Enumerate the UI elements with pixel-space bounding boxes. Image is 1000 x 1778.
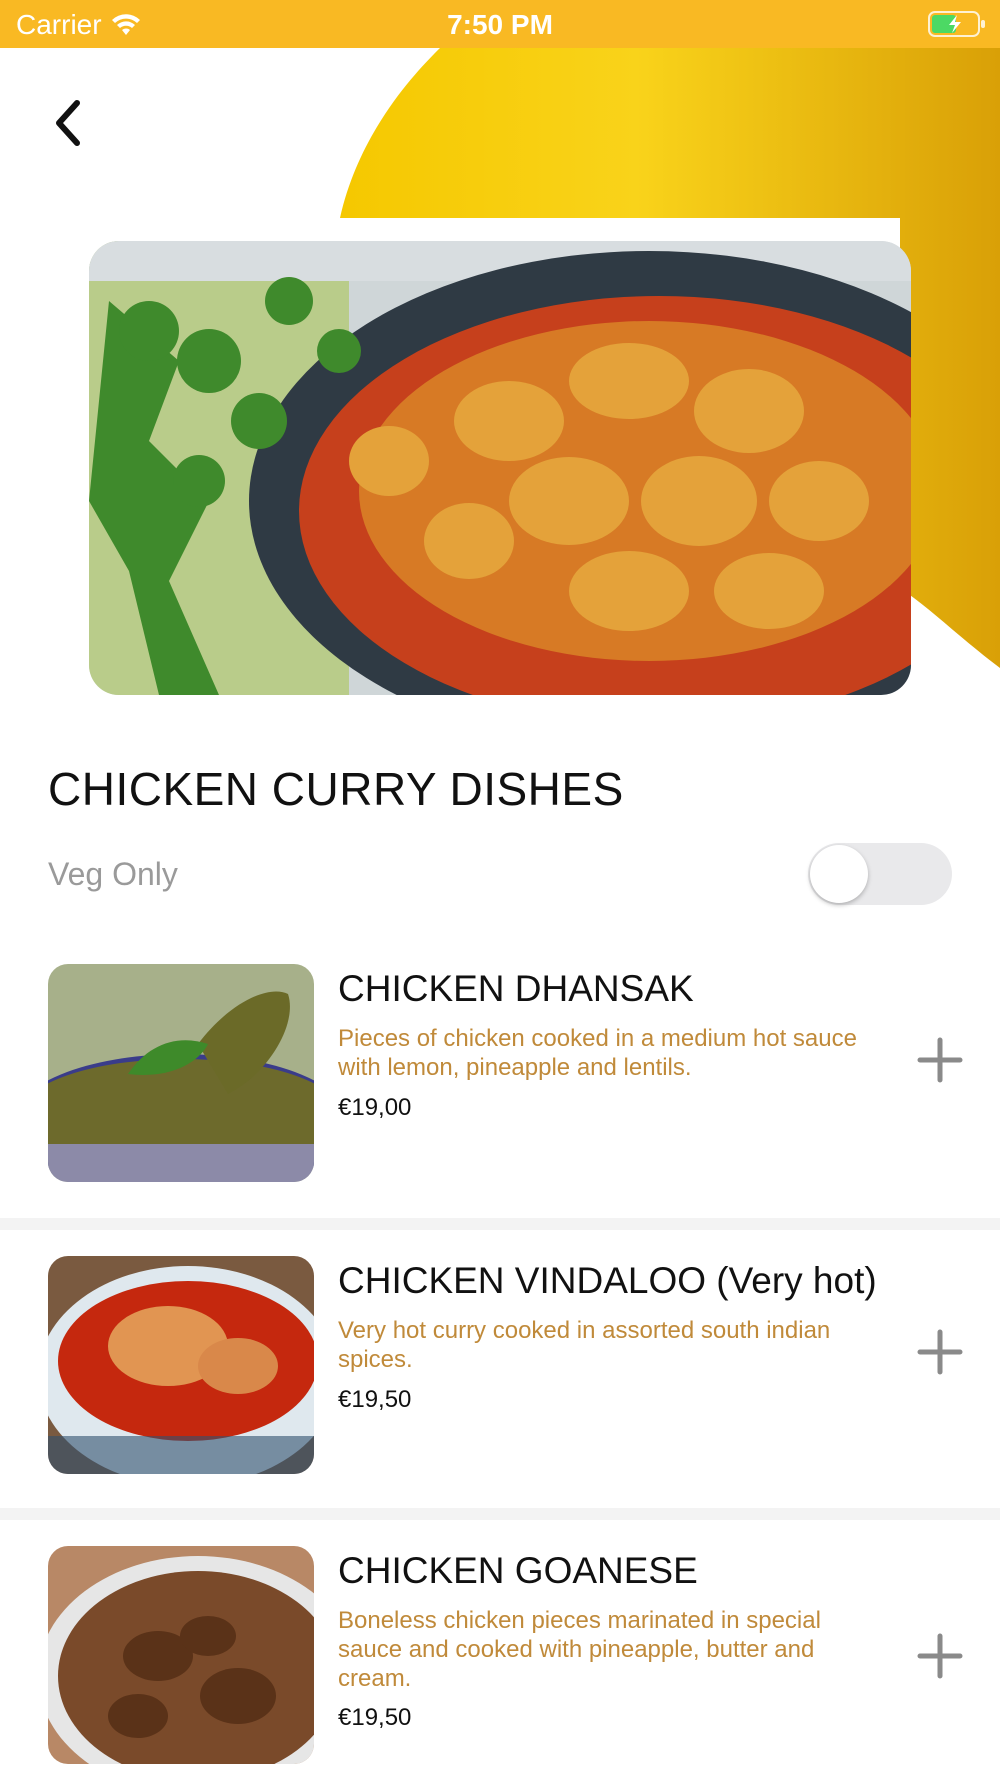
dish-price: €19,50 <box>338 1704 412 1731</box>
dish-price: €19,00 <box>338 1094 412 1121</box>
dish-description: Pieces of chicken cooked in a medium hot… <box>338 1025 857 1081</box>
dish-thumbnail <box>48 964 314 1182</box>
plus-icon <box>917 1329 963 1375</box>
add-to-cart-button[interactable] <box>910 1030 970 1090</box>
dish-name: CHICKEN VINDALOO (Very hot) <box>338 1260 877 1301</box>
dish-thumbnail <box>48 1256 314 1474</box>
veg-only-label: Veg Only <box>48 856 178 892</box>
menu-item[interactable]: CHICKEN DHANSAK Pieces of chicken cooked… <box>0 948 1000 1218</box>
battery-charging-icon <box>928 11 985 37</box>
add-to-cart-button[interactable] <box>910 1626 970 1686</box>
dish-price: €19,50 <box>338 1386 412 1413</box>
dish-thumbnail-illustration <box>48 964 314 1182</box>
back-button[interactable] <box>44 88 104 158</box>
dish-thumbnail-illustration <box>48 1546 314 1764</box>
veg-only-toggle[interactable] <box>808 843 952 905</box>
plus-icon <box>917 1037 963 1083</box>
add-to-cart-button[interactable] <box>910 1322 970 1382</box>
dish-description: Very hot curry cooked in assorted south … <box>338 1317 831 1373</box>
plus-icon <box>917 1633 963 1679</box>
menu-item[interactable]: CHICKEN VINDALOO (Very hot) Very hot cur… <box>0 1230 1000 1508</box>
category-title: CHICKEN CURRY DISHES <box>48 763 624 815</box>
item-separator <box>0 1508 1000 1520</box>
hero-dish-illustration <box>89 241 911 695</box>
status-bar: Carrier 7:50 PM <box>0 0 1000 48</box>
item-separator <box>0 1218 1000 1230</box>
dish-thumbnail-illustration <box>48 1256 314 1474</box>
dish-name: CHICKEN DHANSAK <box>338 968 694 1009</box>
dish-description: Boneless chicken pieces marinated in spe… <box>338 1607 821 1692</box>
menu-item[interactable]: CHICKEN GOANESE Boneless chicken pieces … <box>0 1520 1000 1778</box>
dish-thumbnail <box>48 1546 314 1764</box>
chevron-left-icon <box>56 100 80 146</box>
status-time: 7:50 PM <box>447 9 553 40</box>
hero-dish-image <box>89 241 911 695</box>
toggle-knob <box>810 845 868 903</box>
menu-list: CHICKEN DHANSAK Pieces of chicken cooked… <box>0 948 1000 1778</box>
dish-name: CHICKEN GOANESE <box>338 1550 698 1591</box>
